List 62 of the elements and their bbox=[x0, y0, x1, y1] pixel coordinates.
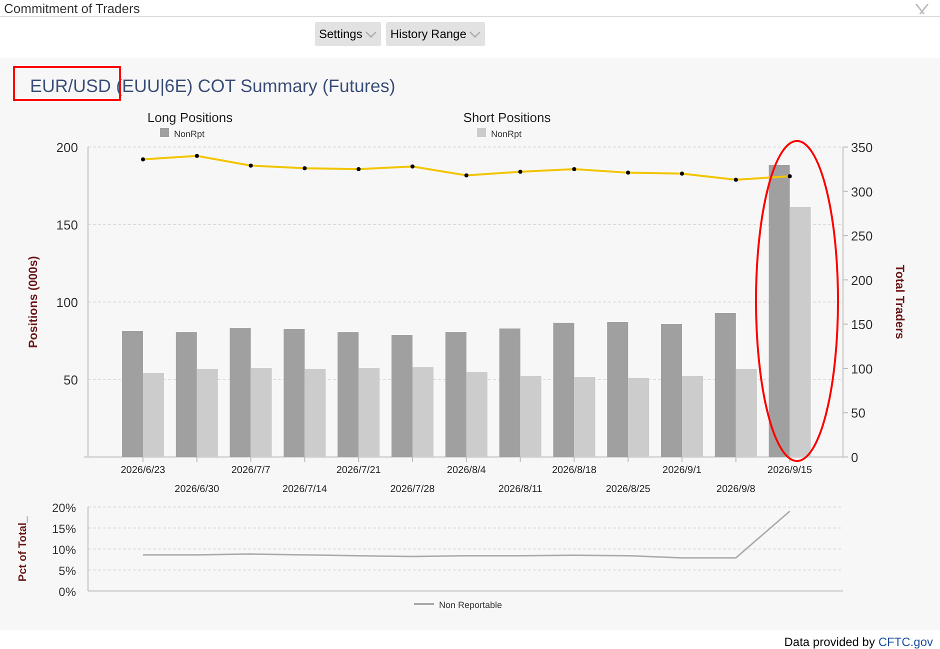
axis-tick-label: 200 bbox=[56, 140, 78, 155]
close-icon[interactable] bbox=[914, 4, 930, 16]
axis-tick-label: 2026/7/28 bbox=[390, 484, 435, 495]
data-point bbox=[572, 167, 576, 172]
data-point bbox=[518, 170, 522, 174]
axis-title: Pct of Total_ bbox=[17, 516, 29, 582]
data-point bbox=[680, 172, 684, 176]
legend-label: NonRpt bbox=[174, 129, 205, 139]
axis-tick-label: 350 bbox=[851, 140, 873, 155]
axis-tick-label: 2026/7/21 bbox=[336, 465, 381, 476]
axis-tick-label: 150 bbox=[56, 218, 78, 232]
data-point bbox=[141, 157, 145, 162]
axis-tick-label: 5% bbox=[58, 564, 76, 578]
axis-title: Positions (000s) bbox=[26, 256, 40, 348]
data-point bbox=[302, 166, 307, 170]
axis-tick-label: 0% bbox=[58, 585, 76, 599]
legend-heading: Short Positions bbox=[463, 110, 551, 125]
axis-tick-label: 2026/6/23 bbox=[120, 465, 166, 476]
data-point bbox=[410, 164, 414, 168]
axis-tick-label: 150 bbox=[851, 317, 873, 332]
legend-swatch bbox=[477, 128, 486, 137]
axis-tick-label: 2026/8/18 bbox=[552, 465, 596, 476]
axis-tick-label: 300 bbox=[851, 184, 873, 200]
axis-tick-label: 2026/8/11 bbox=[498, 484, 542, 495]
data-point bbox=[788, 174, 792, 178]
data-point bbox=[734, 178, 738, 182]
axis-tick-label: 2026/8/25 bbox=[606, 484, 650, 495]
axis-tick-label: 50 bbox=[64, 372, 78, 388]
legend-swatch bbox=[160, 128, 169, 137]
axis-tick-label: 2026/8/4 bbox=[446, 465, 486, 476]
axis-tick-label: 2026/6/30 bbox=[174, 484, 220, 495]
chevron-down-icon bbox=[469, 30, 482, 38]
legend-label: NonRpt bbox=[491, 129, 522, 139]
axis-tick-label: 2026/9/1 bbox=[662, 465, 702, 476]
axis-tick-label: 250 bbox=[851, 228, 873, 244]
axis-tick-label: 100 bbox=[56, 295, 78, 310]
axis-tick-label: 2026/9/15 bbox=[768, 465, 812, 476]
axis-title: Total Traders bbox=[893, 264, 907, 340]
data-point bbox=[248, 164, 253, 168]
axis-tick-label: 2026/9/8 bbox=[716, 484, 756, 495]
data-point bbox=[356, 167, 361, 172]
axis-tick-label: 100 bbox=[851, 361, 873, 376]
axis-tick-label: 20% bbox=[52, 501, 76, 515]
axis-tick-label: 0 bbox=[851, 450, 858, 465]
legend-label: Non Reportable bbox=[439, 600, 502, 610]
chevron-down-icon bbox=[365, 30, 378, 38]
axis-tick-label: 50 bbox=[851, 406, 866, 421]
data-point bbox=[626, 170, 630, 175]
data-source-note: Data provided by CFTC.gov bbox=[784, 634, 933, 649]
legend-line bbox=[414, 603, 434, 605]
axis-tick-label: 10% bbox=[52, 543, 76, 557]
dropdown-button[interactable]: History Range bbox=[386, 22, 486, 46]
axis-tick-label: 2026/7/14 bbox=[282, 484, 327, 495]
data-point bbox=[464, 173, 468, 178]
data-point bbox=[194, 154, 199, 158]
axis-tick-label: 2026/7/7 bbox=[231, 465, 270, 476]
window-title: Commitment of Traders bbox=[4, 2, 140, 16]
axis-tick-label: 15% bbox=[52, 522, 76, 536]
legend-heading: Long Positions bbox=[147, 110, 233, 125]
dropdown-button[interactable]: Settings bbox=[315, 22, 382, 46]
source-link[interactable]: CFTC.gov bbox=[878, 635, 933, 649]
axis-tick-label: 200 bbox=[851, 272, 873, 288]
